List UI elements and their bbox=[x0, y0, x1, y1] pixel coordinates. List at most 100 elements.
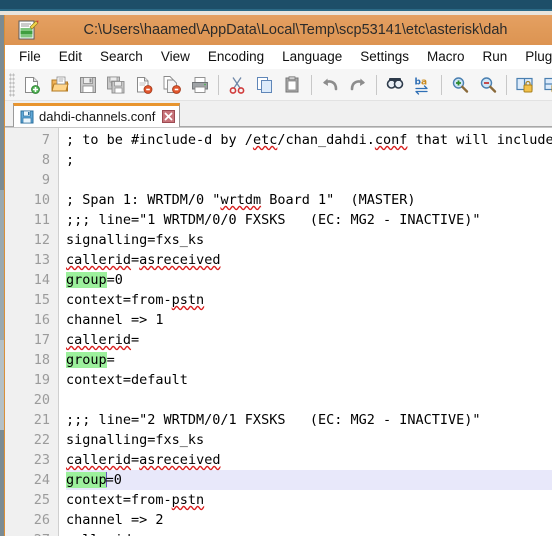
code-text: signalling=fxs_ks bbox=[66, 432, 205, 448]
line-number: 20 bbox=[33, 392, 50, 408]
new-file-icon[interactable] bbox=[19, 72, 45, 98]
code-text: context=from- bbox=[66, 292, 172, 308]
line-number: 24 bbox=[33, 472, 50, 488]
tab-label: dahdi-channels.conf bbox=[39, 109, 156, 124]
code-line[interactable]: context=from-pstn bbox=[66, 490, 552, 510]
line-number: 13 bbox=[33, 252, 50, 268]
menu-item-edit[interactable]: Edit bbox=[50, 45, 91, 68]
close-all-files-icon[interactable] bbox=[159, 72, 185, 98]
sync-vertical-scroll-icon[interactable] bbox=[512, 72, 538, 98]
code-line[interactable]: signalling=fxs_ks bbox=[66, 430, 552, 450]
print-icon[interactable] bbox=[187, 72, 213, 98]
tab-dahdi-channels-conf[interactable]: dahdi-channels.conf bbox=[13, 103, 181, 127]
saved-file-icon bbox=[20, 110, 34, 124]
misspelled-word: callerid bbox=[66, 452, 132, 468]
code-line[interactable]: group=0 bbox=[66, 470, 552, 490]
find-icon[interactable] bbox=[382, 72, 408, 98]
menu-item-macro[interactable]: Macro bbox=[418, 45, 474, 68]
line-number: 8 bbox=[41, 152, 50, 168]
replace-icon[interactable]: b a bbox=[410, 72, 436, 98]
code-line[interactable] bbox=[66, 390, 552, 410]
menu-item-plugins[interactable]: Plugins bbox=[516, 45, 552, 68]
code-line[interactable]: signalling=fxs_ks bbox=[66, 230, 552, 250]
sync-horizontal-scroll-icon[interactable] bbox=[540, 72, 552, 98]
misspelled-word: pstn bbox=[171, 292, 205, 308]
code-line[interactable]: channel => 1 bbox=[66, 310, 552, 330]
code-text: = bbox=[131, 332, 140, 348]
menu-item-view[interactable]: View bbox=[152, 45, 199, 68]
line-number: 26 bbox=[33, 512, 50, 528]
code-text: that will include t bbox=[415, 132, 552, 148]
menu-item-encoding[interactable]: Encoding bbox=[199, 45, 273, 68]
undo-icon[interactable] bbox=[317, 72, 343, 98]
cut-icon[interactable] bbox=[224, 72, 250, 98]
line-number: 25 bbox=[33, 492, 50, 508]
code-text: signalling=fxs_ks bbox=[66, 232, 205, 248]
code-line[interactable]: callerid= bbox=[66, 330, 552, 350]
code-text: ;;; line="2 WRTDM/0/1 FXSKS (EC: MG2 - I… bbox=[66, 412, 481, 428]
code-line[interactable]: ;;; line="1 WRTDM/0/0 FXSKS (EC: MG2 - I… bbox=[66, 210, 552, 230]
code-line[interactable]: callerid=asreceived bbox=[66, 450, 552, 470]
code-line[interactable]: channel => 2 bbox=[66, 510, 552, 530]
code-text: Board 1" (MASTER) bbox=[261, 192, 416, 208]
code-text: channel => 1 bbox=[66, 312, 164, 328]
line-number: 7 bbox=[41, 132, 50, 148]
code-line[interactable]: group=0 bbox=[66, 270, 552, 290]
misspelled-word: asreceived bbox=[139, 252, 221, 268]
redo-icon[interactable] bbox=[345, 72, 371, 98]
highlighted-word: group bbox=[66, 272, 107, 288]
line-number: 12 bbox=[33, 232, 50, 248]
code-line[interactable]: context=default bbox=[66, 370, 552, 390]
code-text: = bbox=[131, 532, 139, 536]
code-text-area[interactable]: ; to be #include-d by /etc/chan_dahdi.co… bbox=[59, 128, 552, 536]
code-text: = bbox=[106, 352, 115, 368]
code-line[interactable]: ; bbox=[66, 150, 552, 170]
code-line[interactable] bbox=[66, 170, 552, 190]
code-line[interactable]: callerid= bbox=[66, 530, 552, 536]
zoom-out-icon[interactable] bbox=[475, 72, 501, 98]
code-line[interactable]: group= bbox=[66, 350, 552, 370]
desktop-background-top bbox=[0, 0, 552, 9]
misspelled-word: callerid bbox=[66, 532, 131, 536]
close-file-icon[interactable] bbox=[131, 72, 157, 98]
notepad-plus-plus-window: C:\Users\haamed\AppData\Local\Temp\scp53… bbox=[4, 15, 552, 536]
menu-item-file[interactable]: File bbox=[17, 45, 50, 68]
line-number: 17 bbox=[33, 332, 50, 348]
copy-icon[interactable] bbox=[252, 72, 278, 98]
title-bar[interactable]: C:\Users\haamed\AppData\Local\Temp\scp53… bbox=[5, 15, 552, 45]
code-editor[interactable]: 7891011121314151617181920212223242526272… bbox=[5, 127, 552, 536]
code-text: = bbox=[131, 452, 140, 468]
code-text: context=default bbox=[66, 372, 188, 388]
code-text: /chan_dahdi. bbox=[277, 132, 375, 148]
code-line[interactable]: ;;; line="2 WRTDM/0/1 FXSKS (EC: MG2 - I… bbox=[66, 410, 552, 430]
close-tab-icon[interactable] bbox=[161, 110, 175, 124]
misspelled-word: asreceived bbox=[139, 452, 221, 468]
line-number: 16 bbox=[33, 312, 50, 328]
zoom-in-icon[interactable] bbox=[447, 72, 473, 98]
toolbar-separator bbox=[506, 74, 507, 95]
open-file-icon[interactable] bbox=[47, 72, 73, 98]
line-number: 15 bbox=[33, 292, 50, 308]
paste-icon[interactable] bbox=[280, 72, 306, 98]
toolbar-drag-handle[interactable] bbox=[9, 72, 15, 97]
menu-item-settings[interactable]: Settings bbox=[351, 45, 418, 68]
misspelled-word: conf bbox=[374, 132, 408, 148]
highlighted-word: group bbox=[66, 472, 107, 488]
code-text: =0 bbox=[106, 272, 123, 288]
window-title: C:\Users\haamed\AppData\Local\Temp\scp53… bbox=[83, 22, 508, 38]
menu-item-search[interactable]: Search bbox=[91, 45, 152, 68]
code-line[interactable]: ; Span 1: WRTDM/0 "wrtdm Board 1" (MASTE… bbox=[66, 190, 552, 210]
menu-item-run[interactable]: Run bbox=[474, 45, 517, 68]
menu-item-language[interactable]: Language bbox=[273, 45, 351, 68]
save-icon[interactable] bbox=[75, 72, 101, 98]
code-line[interactable]: context=from-pstn bbox=[66, 290, 552, 310]
code-line[interactable]: ; to be #include-d by /etc/chan_dahdi.co… bbox=[66, 130, 552, 150]
code-text: ;;; line="1 WRTDM/0/0 FXSKS (EC: MG2 - I… bbox=[66, 212, 481, 228]
code-text: channel => 2 bbox=[66, 512, 164, 528]
save-all-icon[interactable] bbox=[103, 72, 129, 98]
line-number: 23 bbox=[33, 452, 50, 468]
notepad-plus-plus-icon bbox=[17, 19, 39, 41]
line-number: 14 bbox=[33, 272, 50, 288]
code-line[interactable]: callerid=asreceived bbox=[66, 250, 552, 270]
code-text: ; bbox=[66, 152, 75, 168]
